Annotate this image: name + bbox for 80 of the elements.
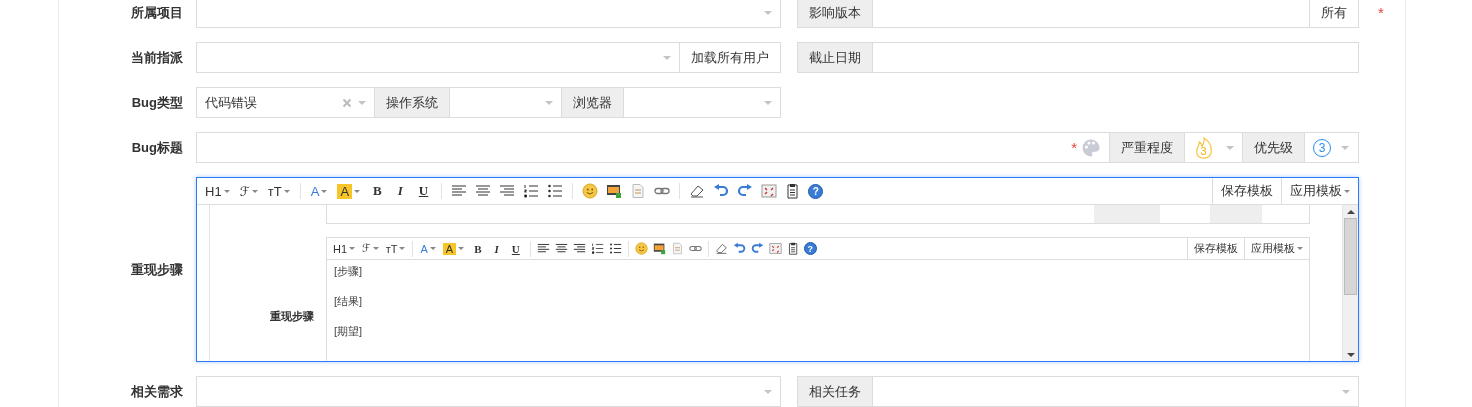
align-left-icon[interactable] <box>535 242 551 255</box>
font-size-button[interactable]: ᴛT <box>383 242 408 255</box>
bullet-list-icon[interactable] <box>607 242 623 255</box>
image-icon[interactable] <box>651 242 667 255</box>
scrollbar[interactable] <box>1342 205 1358 361</box>
field-label: 影响版本 <box>797 0 873 28</box>
field-label: 操作系统 <box>374 87 450 118</box>
bold-button[interactable]: B <box>368 183 387 199</box>
caret-icon <box>1226 145 1234 150</box>
italic-button[interactable]: I <box>392 183 408 199</box>
fullscreen-icon[interactable] <box>760 183 779 199</box>
field-label: 浏览器 <box>561 87 624 118</box>
text-line: [结果] <box>334 295 364 308</box>
caret-icon <box>1341 145 1349 150</box>
undo-icon[interactable] <box>712 183 731 199</box>
caret-icon <box>223 189 230 193</box>
title-input[interactable]: * <box>196 132 1110 163</box>
caret-icon <box>1297 247 1303 250</box>
underline-button[interactable]: U <box>413 183 434 199</box>
caret-icon <box>354 189 361 193</box>
field-label: 严重程度 <box>1109 132 1185 163</box>
underline-button[interactable]: U <box>506 242 525 255</box>
field-label: 截止日期 <box>797 42 873 73</box>
all-button[interactable]: 所有 <box>1309 0 1359 28</box>
caret-icon <box>764 10 772 15</box>
field-label: 相关任务 <box>797 376 873 407</box>
caret-icon <box>1342 389 1350 394</box>
caret-icon <box>399 247 406 250</box>
help-icon[interactable]: ? <box>803 242 817 255</box>
redo-icon[interactable] <box>749 242 765 255</box>
caret-icon <box>764 100 772 105</box>
font-family-button[interactable]: ℱ <box>237 183 260 199</box>
load-users-button[interactable]: 加载所有用户 <box>679 42 781 73</box>
text-line: [步骤] <box>334 265 364 278</box>
flame-icon <box>1193 136 1215 159</box>
align-right-icon[interactable] <box>571 242 587 255</box>
field-label: 当前指派 <box>131 48 183 67</box>
caret-icon <box>321 189 328 193</box>
date-input[interactable] <box>872 42 1359 73</box>
bug-type-select[interactable]: 代码错误 <box>196 87 375 118</box>
field-label: 重现步骤 <box>131 260 183 279</box>
caret-icon <box>429 247 436 250</box>
heading-button[interactable]: H1 <box>331 242 358 255</box>
align-center-icon[interactable] <box>553 242 569 255</box>
smiley-icon[interactable] <box>581 183 600 199</box>
font-family-button[interactable]: ℱ <box>360 242 381 255</box>
caret-icon <box>1344 189 1350 193</box>
priority-select[interactable]: 3 <box>1304 132 1359 163</box>
fullscreen-icon[interactable] <box>767 242 783 255</box>
field-label: Bug标题 <box>131 138 183 157</box>
field-label: 重现步骤 <box>270 308 314 324</box>
heading-button[interactable]: H1 <box>203 183 232 199</box>
help-icon[interactable]: ? <box>808 183 824 199</box>
font-size-button[interactable]: ᴛT <box>265 183 292 199</box>
caret-icon <box>663 55 671 60</box>
numbered-list-icon[interactable] <box>589 242 605 255</box>
field-label: 相关需求 <box>131 382 183 401</box>
field-label: Bug类型 <box>131 93 183 112</box>
required-mark: * <box>1378 4 1385 21</box>
numbered-list-icon[interactable] <box>522 183 541 199</box>
required-mark: * <box>1071 139 1077 156</box>
image-icon[interactable] <box>605 183 624 199</box>
caret-icon <box>458 247 465 250</box>
field-label: 所属项目 <box>131 3 183 22</box>
field-label: 优先级 <box>1242 132 1305 163</box>
font-color-button[interactable]: A <box>308 183 330 199</box>
text-line: [期望] <box>334 325 364 338</box>
caret-icon <box>372 247 379 250</box>
eraser-icon[interactable] <box>713 242 729 255</box>
font-color-button[interactable]: A <box>418 242 438 255</box>
severity-value: 3 <box>1200 144 1207 157</box>
italic-button[interactable]: I <box>489 242 504 255</box>
undo-icon[interactable] <box>731 242 747 255</box>
caret-icon <box>358 100 366 105</box>
caret-icon <box>283 189 290 193</box>
caret-icon <box>349 247 356 250</box>
caret-icon <box>251 189 258 193</box>
bold-button[interactable]: B <box>469 242 487 255</box>
caret-icon <box>545 100 553 105</box>
caret-icon <box>764 389 772 394</box>
